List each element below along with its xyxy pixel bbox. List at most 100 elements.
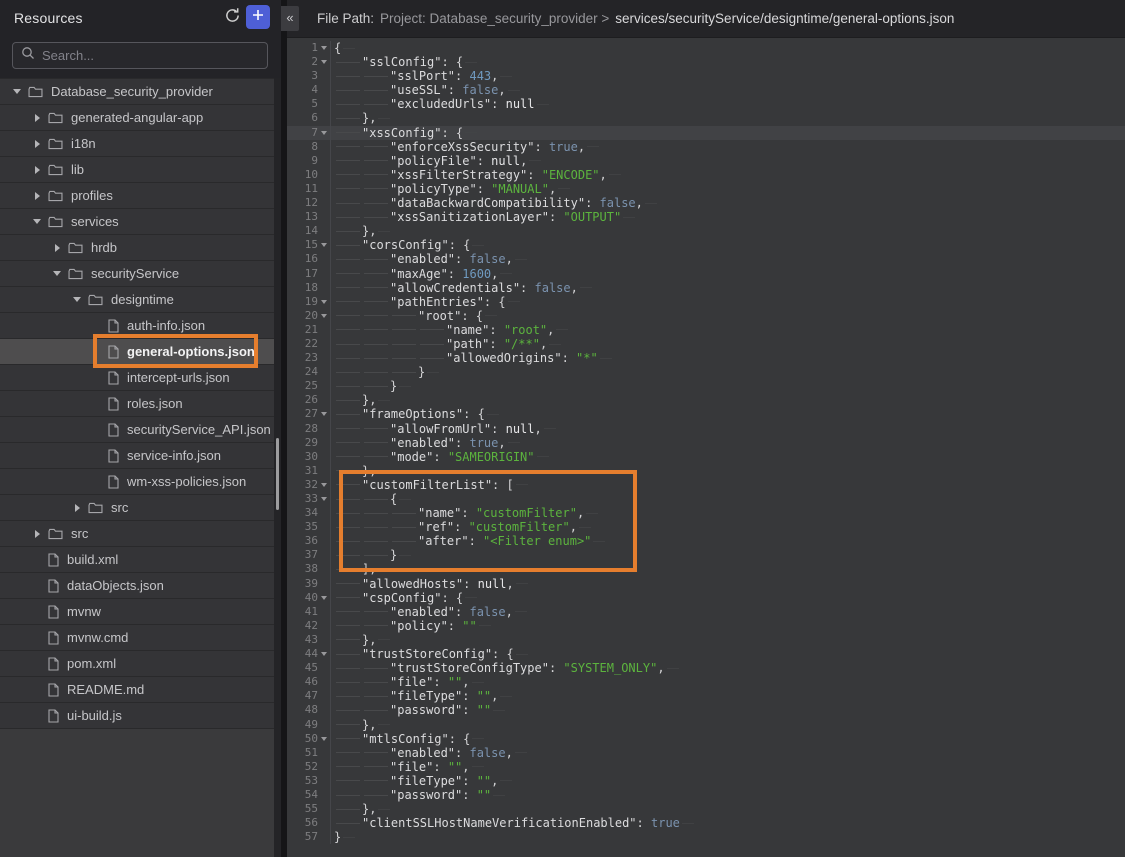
triangle-right-icon[interactable] [35, 530, 40, 538]
tree-scrollbar-thumb[interactable] [276, 438, 279, 510]
fold-arrow-icon[interactable] [321, 60, 327, 64]
tree-item-services[interactable]: services [0, 209, 274, 235]
line-number: 33 [287, 492, 318, 506]
line-number: 4 [287, 83, 318, 97]
search-box[interactable] [12, 42, 268, 69]
triangle-right-icon[interactable] [35, 192, 40, 200]
fold-arrow-icon[interactable] [321, 412, 327, 416]
file-icon [108, 475, 119, 489]
tree-item-roles-json[interactable]: roles.json [0, 391, 274, 417]
fold-arrow-icon[interactable] [321, 652, 327, 656]
fold-arrow-icon[interactable] [321, 314, 327, 318]
triangle-down-icon[interactable] [53, 271, 61, 276]
code-line: 10"xssFilterStrategy": "ENCODE", [287, 168, 1125, 182]
code-line: 45"trustStoreConfigType": "SYSTEM_ONLY", [287, 661, 1125, 675]
folder-icon [68, 268, 83, 280]
tree-item-auth-info-json[interactable]: auth-info.json [0, 313, 274, 339]
fold-arrow-icon[interactable] [321, 131, 327, 135]
tree-item-readme-md[interactable]: README.md [0, 677, 274, 703]
line-number: 38 [287, 562, 318, 576]
triangle-down-icon[interactable] [73, 297, 81, 302]
code-line: 22"path": "/**", [287, 337, 1125, 351]
folder-icon [48, 190, 63, 202]
code-line: 53"fileType": "", [287, 774, 1125, 788]
search-icon [21, 46, 35, 65]
code-editor[interactable]: 1{2"sslConfig": {3"sslPort": 443,4"useSS… [287, 38, 1125, 857]
line-number: 6 [287, 111, 318, 125]
tree-item-securityservice-api-json[interactable]: securityService_API.json [0, 417, 274, 443]
code-line: 52"file": "", [287, 760, 1125, 774]
tree-item-mvnw[interactable]: mvnw [0, 599, 274, 625]
triangle-right-icon[interactable] [55, 244, 60, 252]
tree-item-src[interactable]: src [0, 495, 274, 521]
editor-panel: File Path: Project: Database_security_pr… [287, 0, 1125, 857]
tree-item-intercept-urls-json[interactable]: intercept-urls.json [0, 365, 274, 391]
tree-scrollbar-track[interactable] [274, 78, 281, 857]
code-line: 57} [287, 830, 1125, 844]
code-line: 37} [287, 548, 1125, 562]
tree-item-general-options-json[interactable]: general-options.json [0, 339, 274, 365]
add-resource-button[interactable] [246, 5, 270, 29]
line-number: 22 [287, 337, 318, 351]
triangle-down-icon[interactable] [33, 219, 41, 224]
code-line: 2"sslConfig": { [287, 55, 1125, 69]
triangle-right-icon[interactable] [35, 114, 40, 122]
refresh-button[interactable] [222, 8, 242, 28]
tree-item-build-xml[interactable]: build.xml [0, 547, 274, 573]
fold-arrow-icon[interactable] [321, 483, 327, 487]
folder-icon [88, 294, 103, 306]
line-number: 51 [287, 746, 318, 760]
code-line: 12"dataBackwardCompatibility": false, [287, 196, 1125, 210]
code-line: 36"after": "<Filter enum>" [287, 534, 1125, 548]
tree-item-service-info-json[interactable]: service-info.json [0, 443, 274, 469]
fold-arrow-icon[interactable] [321, 300, 327, 304]
tree-item-label: ui-build.js [67, 708, 122, 723]
file-icon [108, 345, 119, 359]
tree-item-database-security-provider[interactable]: Database_security_provider [0, 79, 274, 105]
code-line: 17"maxAge": 1600, [287, 267, 1125, 281]
tree-item-src[interactable]: src [0, 521, 274, 547]
tree-item-profiles[interactable]: profiles [0, 183, 274, 209]
tree-item-pom-xml[interactable]: pom.xml [0, 651, 274, 677]
tree-item-wm-xss-policies-json[interactable]: wm-xss-policies.json [0, 469, 274, 495]
line-number: 50 [287, 732, 318, 746]
folder-icon [48, 216, 63, 228]
tree-item-lib[interactable]: lib [0, 157, 274, 183]
tree-item-label: services [71, 214, 119, 229]
fold-arrow-icon[interactable] [321, 497, 327, 501]
tree-item-ui-build-js[interactable]: ui-build.js [0, 703, 274, 729]
code-line: 25} [287, 379, 1125, 393]
tree-item-securityservice[interactable]: securityService [0, 261, 274, 287]
tree-item-designtime[interactable]: designtime [0, 287, 274, 313]
fold-arrow-icon[interactable] [321, 737, 327, 741]
code-line: 18"allowCredentials": false, [287, 281, 1125, 295]
tree-item-mvnw-cmd[interactable]: mvnw.cmd [0, 625, 274, 651]
tree-item-i18n[interactable]: i18n [0, 131, 274, 157]
fold-arrow-icon[interactable] [321, 46, 327, 50]
triangle-down-icon[interactable] [13, 89, 21, 94]
triangle-right-icon[interactable] [35, 140, 40, 148]
collapse-sidebar-button[interactable]: « [281, 6, 299, 31]
line-number: 35 [287, 520, 318, 534]
tree-item-generated-angular-app[interactable]: generated-angular-app [0, 105, 274, 131]
triangle-right-icon[interactable] [35, 166, 40, 174]
triangle-right-icon[interactable] [75, 504, 80, 512]
code-line: 49}, [287, 718, 1125, 732]
line-number: 13 [287, 210, 318, 224]
line-number: 32 [287, 478, 318, 492]
folder-icon [48, 138, 63, 150]
fold-arrow-icon[interactable] [321, 596, 327, 600]
search-input[interactable] [42, 48, 259, 63]
resources-panel: Resources [0, 0, 281, 857]
code-line: 54"password": "" [287, 788, 1125, 802]
code-line: 9"policyFile": null, [287, 154, 1125, 168]
code-line: 27"frameOptions": { [287, 407, 1125, 421]
line-number: 55 [287, 802, 318, 816]
line-number: 16 [287, 252, 318, 266]
line-number: 2 [287, 55, 318, 69]
line-number: 19 [287, 295, 318, 309]
fold-arrow-icon[interactable] [321, 243, 327, 247]
tree-item-dataobjects-json[interactable]: dataObjects.json [0, 573, 274, 599]
tree-item-hrdb[interactable]: hrdb [0, 235, 274, 261]
resources-panel-header: Resources [0, 0, 281, 38]
